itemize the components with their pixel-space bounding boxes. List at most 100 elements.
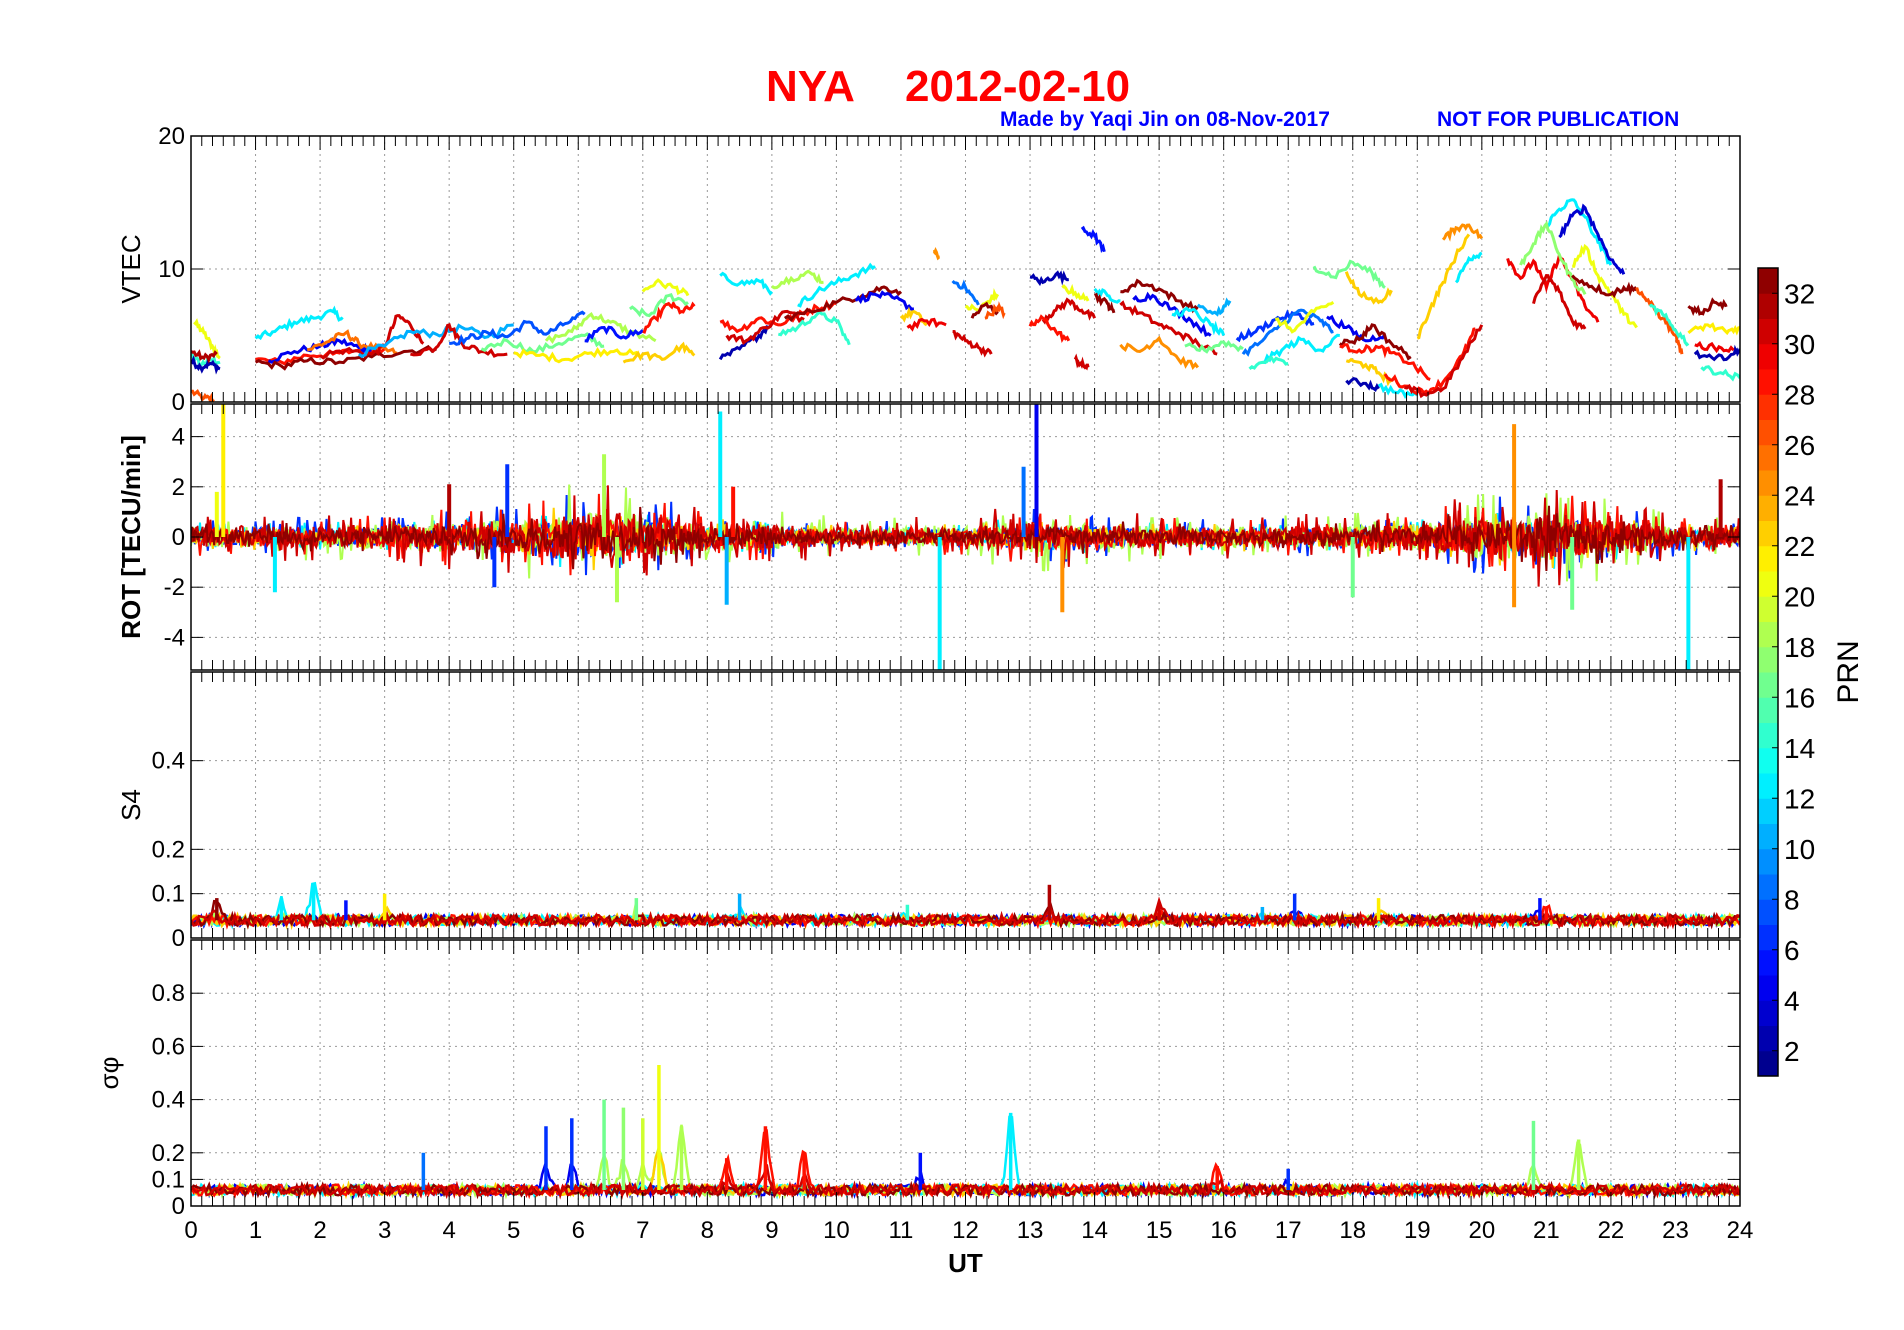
x-tick-label: 19	[1404, 1217, 1431, 1244]
colorbar-tick-label: 22	[1784, 531, 1815, 562]
y-tick-label: 0.2	[152, 836, 185, 863]
colorbar-tick-label: 6	[1784, 935, 1800, 966]
x-tick-label: 9	[765, 1217, 778, 1244]
colorbar-tick-label: 32	[1784, 278, 1815, 309]
vtec-series-line	[1700, 365, 1740, 382]
vtec-series-line	[1248, 355, 1289, 370]
vtec-series-line	[1262, 333, 1340, 365]
colorbar-swatch	[1758, 773, 1778, 799]
y-tick-label: 0.8	[152, 980, 185, 1007]
colorbar-tick-label: 20	[1784, 581, 1815, 612]
panel-3: 0 0.1 0.2 0.4S4	[116, 671, 1741, 952]
colorbar-swatch	[1758, 520, 1778, 547]
vtec-series-line	[1028, 314, 1071, 343]
colorbar-swatch	[1758, 899, 1778, 925]
x-tick-label: 4	[442, 1217, 455, 1244]
vtec-series-line	[1694, 340, 1735, 354]
y-tick-label: 0.6	[152, 1033, 185, 1060]
colorbar-swatch	[1758, 697, 1778, 723]
y-tick-label: -4	[164, 624, 185, 651]
y-tick-label: 10	[158, 256, 185, 283]
vtec-series-line	[1196, 297, 1232, 317]
vtec-series-line	[1073, 353, 1090, 371]
x-tick-label: 12	[952, 1217, 979, 1244]
colorbar-swatch	[1758, 848, 1778, 875]
x-tick-label: 2	[313, 1217, 326, 1244]
x-tick-label: 0	[184, 1217, 197, 1244]
colorbar-swatch	[1758, 747, 1778, 774]
vtec-series-line	[952, 330, 993, 358]
y-tick-label: 0.2	[152, 1140, 185, 1167]
colorbar-swatch	[1758, 318, 1778, 345]
colorbar-tick-label: 28	[1784, 379, 1815, 410]
y-axis-label: ROT [TECU/min]	[116, 435, 146, 639]
x-tick-label: 14	[1081, 1217, 1108, 1244]
colorbar-swatch	[1758, 1025, 1778, 1052]
panel-1: 0 10 20 VTEC	[116, 123, 1741, 416]
colorbar-swatch	[1758, 823, 1778, 850]
colorbar-swatch	[1758, 343, 1778, 370]
vtec-series-line	[1687, 322, 1740, 336]
colorbar-swatch	[1758, 444, 1778, 471]
panel-2: -4 -2 0 2 4 ROT [TECU/min]	[116, 403, 1741, 671]
colorbar-swatch	[1758, 293, 1778, 319]
colorbar-tick-label: 30	[1784, 329, 1815, 360]
vtec-series-line	[1041, 297, 1096, 325]
colorbar-swatch	[1758, 646, 1778, 673]
y-tick-label: 0	[172, 925, 185, 952]
vtec-series-line	[641, 278, 690, 297]
colorbar-swatch	[1758, 621, 1778, 648]
x-tick-label: 22	[1598, 1217, 1625, 1244]
y-tick-label: 0.4	[152, 1087, 185, 1114]
y-tick-label: 0.1	[152, 881, 185, 908]
vtec-series-line	[254, 305, 344, 341]
x-tick-label: 20	[1468, 1217, 1495, 1244]
colorbar-swatch	[1758, 1000, 1778, 1026]
colorbar-swatch	[1758, 495, 1778, 521]
x-tick-label: 5	[507, 1217, 520, 1244]
colorbar-swatch	[1758, 722, 1778, 749]
colorbar-swatch	[1758, 419, 1778, 446]
x-tick-label: 21	[1533, 1217, 1560, 1244]
colorbar-tick-label: 10	[1784, 834, 1815, 865]
y-tick-label: 0	[172, 389, 185, 416]
colorbar-swatch	[1758, 545, 1778, 572]
x-tick-label: 7	[636, 1217, 649, 1244]
colorbar-label: PRN	[1832, 640, 1865, 703]
y-axis-label: VTEC	[116, 234, 146, 303]
colorbar-swatch	[1758, 874, 1778, 900]
vtec-series-line	[719, 271, 774, 296]
y-tick-label: 0	[172, 524, 185, 551]
x-tick-label: 3	[378, 1217, 391, 1244]
colorbar-tick-label: 14	[1784, 733, 1815, 764]
y-axis-label: S4	[116, 789, 146, 821]
colorbar-tick-label: 12	[1784, 783, 1815, 814]
vtec-series-line	[1029, 270, 1069, 287]
vtec-series-line	[771, 269, 824, 290]
vtec-series-line	[1441, 223, 1484, 242]
vtec-series-line	[1506, 251, 1600, 323]
y-tick-label: 0.1	[152, 1166, 185, 1193]
figure: 01020VTEC-4-2024ROT [TECU/min]00.10.20.4…	[94, 123, 1865, 1278]
x-tick-label: 8	[701, 1217, 714, 1244]
x-tick-label: 24	[1727, 1217, 1754, 1244]
colorbar-tick-label: 2	[1784, 1036, 1800, 1067]
vtec-series-line	[1383, 327, 1476, 396]
x-tick-label: 16	[1210, 1217, 1237, 1244]
colorbar-tick-label: 18	[1784, 632, 1815, 663]
colorbar-swatch	[1758, 1050, 1778, 1077]
x-tick-label: 6	[572, 1217, 585, 1244]
colorbar: 2468101214161820222426283032PRN	[1757, 267, 1865, 1077]
vtec-series-line	[1345, 376, 1380, 393]
vtec-series-line	[1532, 274, 1587, 331]
y-tick-label: 2	[172, 474, 185, 501]
y-tick-label: -2	[164, 574, 185, 601]
vtec-series-line	[1454, 251, 1483, 284]
data-layer	[191, 404, 1740, 670]
colorbar-swatch	[1758, 975, 1778, 1001]
vtec-series-line	[1235, 309, 1315, 343]
x-tick-label: 15	[1146, 1217, 1173, 1244]
x-tick-label: 1	[249, 1217, 262, 1244]
y-tick-label: 4	[172, 424, 185, 451]
y-tick-label: 0	[172, 1193, 185, 1220]
